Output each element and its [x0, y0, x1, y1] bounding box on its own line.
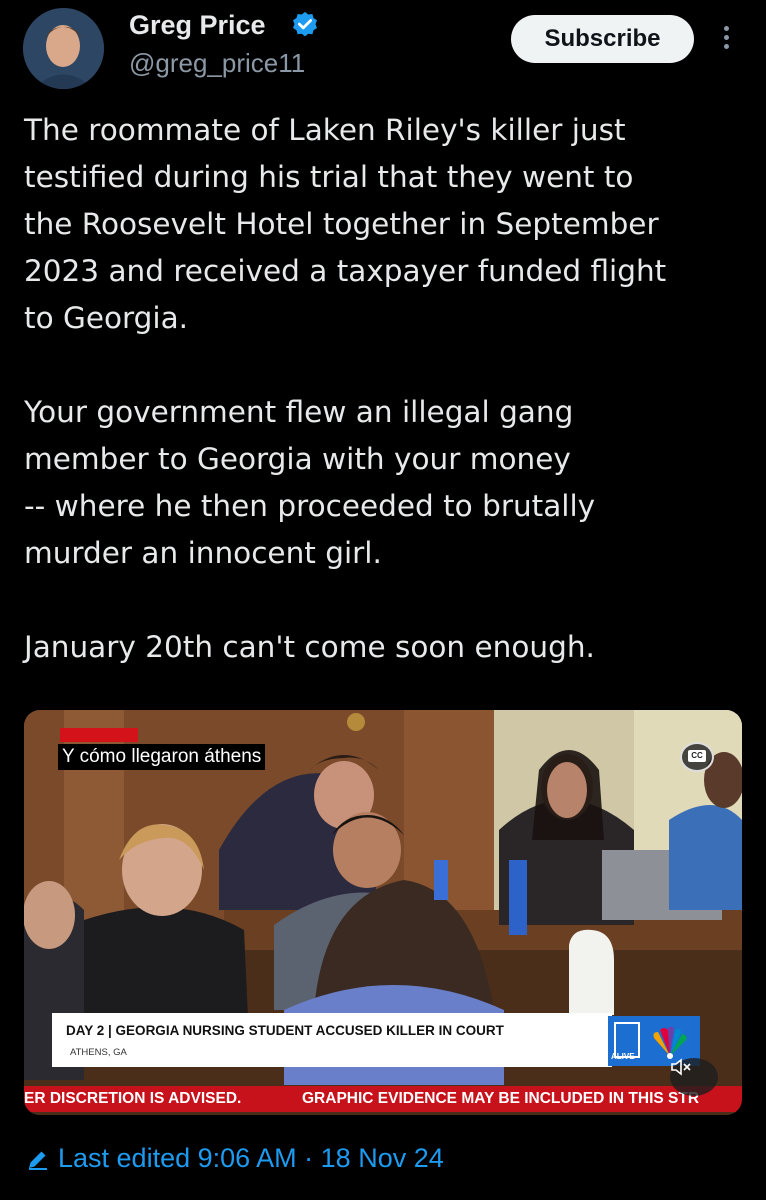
closed-captions-button[interactable]: CC — [680, 742, 714, 772]
tweet-text: The roommate of Laken Riley's killer jus… — [24, 113, 667, 664]
pencil-icon — [29, 1151, 47, 1170]
news-ticker: ER DISCRETION IS ADVISED. GRAPHIC EVIDEN… — [24, 1086, 742, 1112]
video-player[interactable]: Y cómo llegaron áthens CC DAY 2 | GEORGI… — [24, 710, 742, 1115]
cc-icon: CC — [688, 750, 706, 762]
lower-third-location: ATHENS, GA — [70, 1047, 127, 1058]
volume-mute-icon[interactable] — [670, 1058, 718, 1096]
lower-third-banner: DAY 2 | GEORGIA NURSING STUDENT ACCUSED … — [52, 1013, 612, 1067]
live-tag — [60, 728, 138, 742]
station-label: ALIVE — [611, 1052, 635, 1061]
lower-third-headline: DAY 2 | GEORGIA NURSING STUDENT ACCUSED … — [66, 1023, 504, 1038]
last-edited-link[interactable]: Last edited 9:06 AM · 18 Nov 24 — [26, 1143, 444, 1174]
subscribe-button[interactable]: Subscribe — [511, 15, 694, 63]
avatar[interactable] — [23, 8, 104, 89]
author-handle[interactable]: @greg_price11 — [129, 48, 305, 79]
ticker-left-text: ER DISCRETION IS ADVISED. — [24, 1090, 242, 1107]
ticker-right-text: GRAPHIC EVIDENCE MAY BE INCLUDED IN THIS… — [302, 1090, 700, 1107]
last-edited-text[interactable]: Last edited 9:06 AM · 18 Nov 24 — [58, 1143, 444, 1174]
user-avatar — [23, 8, 104, 89]
video-caption: Y cómo llegaron áthens — [58, 744, 266, 770]
more-vertical-icon[interactable] — [716, 22, 736, 58]
verified-badge-icon — [293, 11, 317, 37]
peacock-icon — [653, 1026, 687, 1059]
author-name[interactable]: Greg Price — [129, 10, 266, 41]
